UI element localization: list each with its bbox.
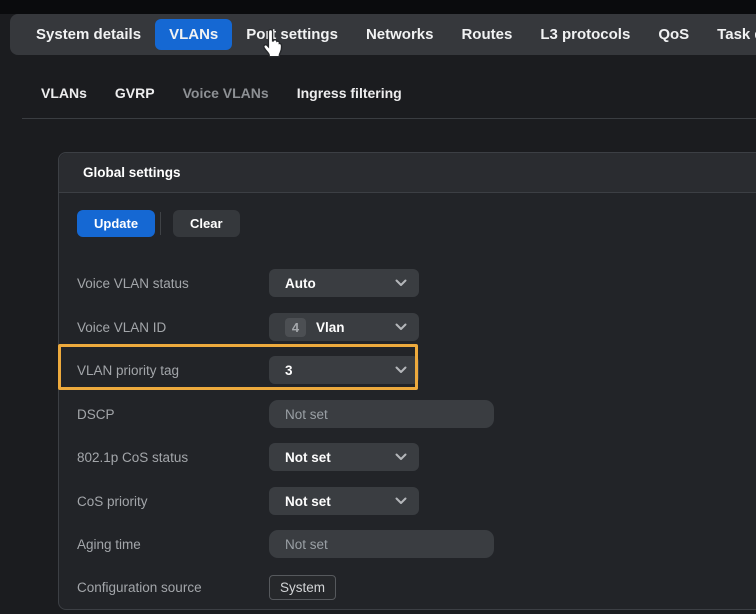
nav-tab-routes[interactable]: Routes (447, 19, 526, 50)
aging-time-input[interactable] (269, 530, 494, 558)
subnav-tab-gvrp[interactable]: GVRP (115, 85, 155, 101)
nav-tab-system-details[interactable]: System details (22, 19, 155, 50)
dropdown-value: Vlan (316, 320, 395, 335)
nav-tab-l3-protocols[interactable]: L3 protocols (526, 19, 644, 50)
field-label: 802.1p CoS status (77, 450, 251, 465)
main-navbar: System details VLANs Port settings Netwo… (10, 14, 756, 55)
field-label: Configuration source (77, 580, 251, 595)
voice-vlan-id-dropdown[interactable]: 4 Vlan (269, 313, 419, 341)
nav-tab-task-queue[interactable]: Task queue (703, 19, 756, 50)
field-label: Aging time (77, 537, 251, 552)
8021p-cos-status-dropdown[interactable]: Not set (269, 443, 419, 471)
clear-button[interactable]: Clear (173, 210, 240, 237)
global-settings-panel: Global settings Update Clear Voice VLAN … (58, 152, 756, 610)
subnav-tab-vlans[interactable]: VLANs (41, 85, 87, 101)
cos-priority-dropdown[interactable]: Not set (269, 487, 419, 515)
field-label: CoS priority (77, 494, 251, 509)
update-button[interactable]: Update (77, 210, 155, 237)
chevron-down-icon (395, 279, 407, 287)
vlan-id-badge: 4 (285, 318, 306, 337)
nav-tab-networks[interactable]: Networks (352, 19, 448, 50)
top-strip (0, 0, 756, 14)
nav-tab-port-settings[interactable]: Port settings (232, 19, 352, 50)
subnav-tab-ingress-filtering[interactable]: Ingress filtering (297, 85, 402, 101)
nav-tab-qos[interactable]: QoS (644, 19, 703, 50)
panel-title: Global settings (83, 165, 181, 180)
dropdown-value: 3 (285, 363, 395, 378)
panel-header: Global settings (59, 153, 756, 193)
chevron-down-icon (395, 323, 407, 331)
button-divider (160, 212, 161, 235)
dropdown-value: Not set (285, 494, 395, 509)
chevron-down-icon (395, 366, 407, 374)
vlan-subnav: VLANs GVRP Voice VLANs Ingress filtering (41, 85, 402, 101)
configuration-source-badge: System (269, 575, 336, 600)
dropdown-value: Not set (285, 450, 395, 465)
field-label: VLAN priority tag (77, 363, 251, 378)
subnav-divider (22, 118, 756, 119)
vlan-priority-tag-dropdown[interactable]: 3 (269, 356, 419, 384)
dscp-input[interactable] (269, 400, 494, 428)
dropdown-value: Auto (285, 276, 395, 291)
chevron-down-icon (395, 453, 407, 461)
nav-tab-vlans[interactable]: VLANs (155, 19, 232, 50)
chevron-down-icon (395, 497, 407, 505)
subnav-tab-voice-vlans[interactable]: Voice VLANs (183, 85, 269, 101)
voice-vlan-status-dropdown[interactable]: Auto (269, 269, 419, 297)
field-label: Voice VLAN ID (77, 320, 251, 335)
field-label: DSCP (77, 407, 251, 422)
field-label: Voice VLAN status (77, 276, 251, 291)
